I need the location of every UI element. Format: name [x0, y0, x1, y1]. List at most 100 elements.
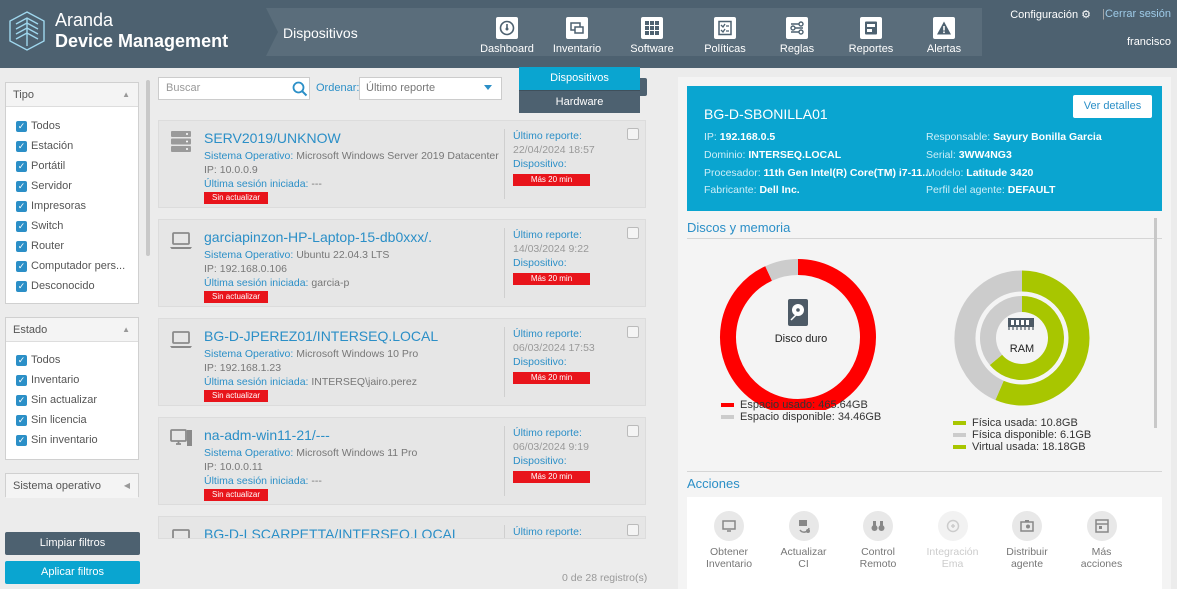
action-inventory-monitor[interactable]: Obtener Inventario	[693, 511, 765, 570]
device-card[interactable]: BG-D-LSCARPETTA/INTERSEQ.LOCAL Último rep…	[158, 516, 646, 539]
device-checkbox[interactable]	[627, 326, 639, 338]
device-name[interactable]: BG-D-JPEREZ01/INTERSEQ.LOCAL	[204, 328, 438, 344]
action-integration: Integración Ema	[917, 511, 989, 570]
filter-item-label: Switch	[31, 220, 64, 232]
ram-legend: Física usada: 10.8GB Física disponible: …	[950, 414, 1150, 450]
update-ci-icon	[788, 511, 819, 541]
filter-estado-item[interactable]: ✓ Sin actualizar	[6, 390, 138, 410]
laptop-icon	[168, 525, 194, 538]
device-last-session: Última sesión iniciada: ---	[204, 178, 322, 190]
nav-reglas[interactable]: Reglas	[768, 8, 826, 56]
apply-filters-button[interactable]: Aplicar filtros	[5, 561, 140, 584]
checkbox-checked-icon[interactable]: ✓	[16, 414, 27, 426]
checkbox-checked-icon[interactable]: ✓	[16, 280, 27, 292]
search-icon[interactable]	[292, 81, 308, 97]
checkbox-checked-icon[interactable]: ✓	[16, 180, 27, 192]
logout-link[interactable]: Cerrar sesión	[1105, 8, 1171, 20]
detail-scrollbar[interactable]	[1154, 218, 1157, 428]
action-distribute-agent[interactable]: Distribuir agente	[991, 511, 1063, 570]
filter-tipo: Tipo ▲ ✓ Todos ✓ Estación ✓ Portátil ✓ Servidor ✓…	[5, 82, 139, 304]
checkbox-checked-icon[interactable]: ✓	[16, 434, 27, 446]
checkbox-checked-icon[interactable]: ✓	[16, 140, 27, 152]
filter-tipo-item[interactable]: ✓ Computador pers...	[6, 256, 138, 276]
filter-item-label: Computador pers...	[31, 260, 126, 272]
status-badge: Sin actualizar	[204, 489, 268, 501]
action-more-actions[interactable]: Más acciones	[1066, 511, 1138, 570]
filter-so[interactable]: Sistema operativo ◀	[5, 473, 139, 498]
device-card[interactable]: SERV2019/UNKNOW Sistema Operativo: Micros…	[158, 120, 646, 208]
info-manufacturer: Fabricante: Dell Inc.	[704, 184, 800, 196]
filter-estado-item[interactable]: ✓ Inventario	[6, 370, 138, 390]
submenu-hardware[interactable]: Hardware	[519, 90, 640, 113]
time-badge: Más 20 min	[513, 372, 590, 384]
device-os: Sistema Operativo: Ubuntu 22.04.3 LTS	[204, 249, 390, 261]
checkbox-checked-icon[interactable]: ✓	[16, 120, 27, 132]
filter-item-label: Impresoras	[31, 200, 87, 212]
chevron-up-icon: ▲	[122, 325, 130, 334]
device-label: Dispositivo:	[513, 158, 567, 170]
details-button[interactable]: Ver detalles	[1073, 95, 1152, 118]
checkbox-checked-icon[interactable]: ✓	[16, 374, 27, 386]
sidebar-scrollbar[interactable]	[146, 80, 150, 256]
filter-tipo-list: ✓ Todos ✓ Estación ✓ Portátil ✓ Servidor ✓ Impres…	[6, 107, 138, 296]
filter-estado-header[interactable]: Estado ▲	[6, 318, 138, 342]
filter-estado-item[interactable]: ✓ Todos	[6, 350, 138, 370]
device-card[interactable]: BG-D-JPEREZ01/INTERSEQ.LOCAL Sistema Oper…	[158, 318, 646, 406]
device-label: Dispositivo:	[513, 356, 567, 368]
device-checkbox[interactable]	[627, 128, 639, 140]
filter-estado-item[interactable]: ✓ Sin licencia	[6, 410, 138, 430]
submenu-dispositivos[interactable]: Dispositivos	[519, 67, 640, 90]
checkbox-checked-icon[interactable]: ✓	[16, 240, 27, 252]
filter-estado-item[interactable]: ✓ Sin inventario	[6, 430, 138, 450]
device-name[interactable]: garciapinzon-HP-Laptop-15-db0xxx/.	[204, 229, 432, 245]
device-card[interactable]: garciapinzon-HP-Laptop-15-db0xxx/. Sistem…	[158, 219, 646, 307]
checkbox-checked-icon[interactable]: ✓	[16, 260, 27, 272]
disk-slice-1	[765, 259, 799, 281]
nav-inventario[interactable]: Inventario	[547, 8, 607, 56]
last-report-date: 06/03/2024 9:19	[513, 441, 589, 453]
filter-tipo-item[interactable]: ✓ Router	[6, 236, 138, 256]
disk-chart-label: Disco duro	[775, 333, 828, 345]
filter-item-label: Servidor	[31, 180, 72, 192]
device-checkbox[interactable]	[627, 524, 639, 536]
search-input[interactable]: Buscar	[158, 77, 310, 100]
device-name[interactable]: SERV2019/UNKNOW	[204, 130, 341, 146]
action-binoculars[interactable]: Control Remoto	[842, 511, 914, 570]
nav-software[interactable]: Software	[622, 8, 682, 56]
hard-disk-icon	[788, 299, 808, 326]
checkbox-checked-icon[interactable]: ✓	[16, 220, 27, 232]
device-name[interactable]: BG-D-LSCARPETTA/INTERSEQ.LOCAL	[204, 526, 460, 538]
nav-dashboard[interactable]: Dashboard	[478, 8, 536, 56]
checkbox-checked-icon[interactable]: ✓	[16, 354, 27, 366]
actions-title: Acciones	[687, 476, 740, 491]
legend-ram-phys-free: Física disponible: 6.1GB	[953, 429, 1091, 441]
filter-tipo-item[interactable]: ✓ Estación	[6, 136, 138, 156]
action-update-ci[interactable]: Actualizar CI	[768, 511, 840, 570]
filter-tipo-item[interactable]: ✓ Impresoras	[6, 196, 138, 216]
nav-politicas[interactable]: Políticas	[696, 8, 754, 56]
device-card[interactable]: na-adm-win11-21/--- Sistema Operativo: Mi…	[158, 417, 646, 505]
nav-alertas[interactable]: Alertas	[916, 8, 972, 56]
filter-item-label: Inventario	[31, 374, 80, 386]
clear-filters-button[interactable]: Limpiar filtros	[5, 532, 140, 555]
checkbox-checked-icon[interactable]: ✓	[16, 394, 27, 406]
order-select[interactable]: Último reporte	[359, 77, 502, 100]
time-badge: Más 20 min	[513, 273, 590, 285]
config-link[interactable]: Configuración ⚙	[1010, 8, 1091, 21]
filter-tipo-item[interactable]: ✓ Servidor	[6, 176, 138, 196]
device-name[interactable]: na-adm-win11-21/---	[204, 427, 330, 443]
filter-tipo-item[interactable]: ✓ Desconocido	[6, 276, 138, 296]
status-badge: Sin actualizar	[204, 192, 268, 204]
filter-tipo-item[interactable]: ✓ Portátil	[6, 156, 138, 176]
nav-reportes[interactable]: Reportes	[842, 8, 900, 56]
device-checkbox[interactable]	[627, 425, 639, 437]
device-os: Sistema Operativo: Microsoft Windows Ser…	[204, 150, 499, 162]
filter-tipo-item[interactable]: ✓ Todos	[6, 116, 138, 136]
checkbox-checked-icon[interactable]: ✓	[16, 200, 27, 212]
more-actions-icon	[1086, 511, 1117, 541]
policies-icon	[714, 17, 736, 39]
checkbox-checked-icon[interactable]: ✓	[16, 160, 27, 172]
filter-tipo-header[interactable]: Tipo ▲	[6, 83, 138, 107]
device-checkbox[interactable]	[627, 227, 639, 239]
filter-tipo-item[interactable]: ✓ Switch	[6, 216, 138, 236]
